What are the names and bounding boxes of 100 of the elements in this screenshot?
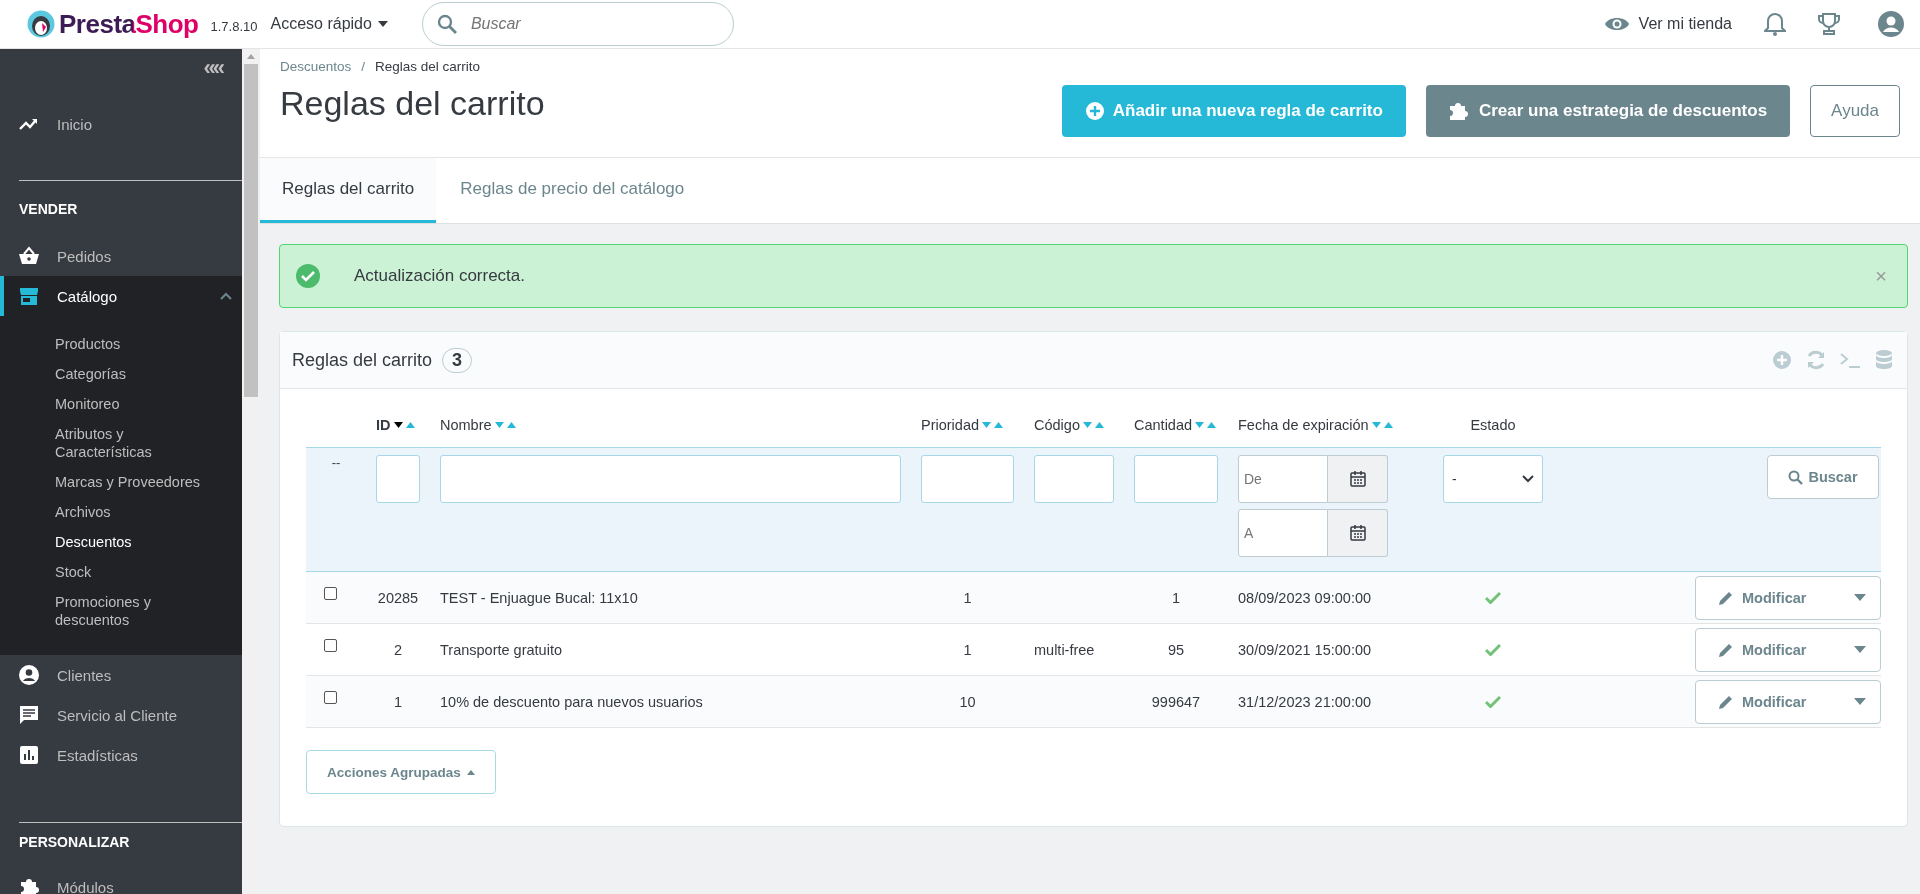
edit-button[interactable]: Modificar bbox=[1695, 679, 1881, 724]
chat-icon bbox=[19, 705, 39, 725]
tab[interactable]: Reglas del carrito bbox=[260, 158, 437, 223]
submenu-item[interactable]: Categorías bbox=[55, 359, 215, 389]
check-icon[interactable] bbox=[1485, 643, 1501, 656]
filter-input[interactable] bbox=[376, 455, 420, 503]
table-cell-text: multi-free bbox=[1033, 641, 1096, 658]
column-header: Estado bbox=[1470, 417, 1516, 433]
table-cell-text: 31/12/2023 21:00:00 bbox=[1237, 693, 1373, 710]
pencil-icon bbox=[1718, 641, 1734, 658]
view-store-link[interactable]: Ver mi tienda bbox=[1604, 15, 1732, 33]
status-select[interactable]: - bbox=[1443, 455, 1543, 503]
breadcrumb-current: Reglas del carrito bbox=[375, 59, 481, 74]
submenu-item[interactable]: Promociones y descuentos bbox=[55, 587, 215, 635]
search-button[interactable]: Buscar bbox=[1767, 455, 1879, 499]
caret-icon bbox=[1854, 593, 1866, 602]
check-icon[interactable] bbox=[1485, 695, 1501, 708]
column-header: Código bbox=[1034, 417, 1080, 433]
logo-icon[interactable] bbox=[27, 10, 55, 38]
calendar-icon bbox=[1349, 471, 1366, 487]
user-icon[interactable] bbox=[1878, 11, 1904, 37]
sidebar-item[interactable]: Inicio bbox=[0, 104, 242, 144]
search-icon bbox=[1788, 469, 1804, 485]
caret-icon bbox=[466, 769, 475, 775]
chevron-icon bbox=[1522, 475, 1534, 483]
column-header: Nombre bbox=[440, 417, 492, 433]
caret-icon bbox=[377, 21, 388, 27]
column-header: Prioridad bbox=[921, 417, 980, 433]
sidebar-item[interactable]: Servicio al Cliente bbox=[0, 695, 242, 735]
edit-button[interactable]: Modificar bbox=[1695, 627, 1881, 672]
scroll-up-arrow[interactable] bbox=[247, 54, 255, 59]
submenu-item[interactable]: Stock bbox=[55, 557, 215, 587]
filter-input[interactable] bbox=[440, 455, 901, 503]
tab[interactable]: Reglas de precio del catálogo bbox=[438, 158, 707, 223]
submenu-item[interactable]: Marcas y Proveedores bbox=[55, 467, 215, 497]
check-icon[interactable] bbox=[1485, 591, 1501, 604]
calendar-icon bbox=[1349, 525, 1366, 541]
edit-button[interactable]: Modificar bbox=[1695, 575, 1881, 620]
date-field[interactable]: De bbox=[1238, 455, 1328, 503]
puzzle-icon bbox=[19, 877, 39, 894]
sort-ascending-icon[interactable] bbox=[994, 422, 1004, 428]
pencil-icon bbox=[1718, 693, 1734, 710]
table-cell-text: 1 bbox=[962, 641, 973, 658]
bulk-actions-button[interactable]: Acciones Agrupadas bbox=[306, 750, 496, 794]
table-cell-text: Transporte gratuito bbox=[439, 641, 563, 658]
table-cell-text: 1 bbox=[1170, 589, 1182, 606]
sort-descending-icon[interactable] bbox=[393, 422, 403, 428]
sort-ascending-icon[interactable] bbox=[1383, 422, 1393, 428]
user-icon bbox=[19, 665, 39, 685]
calendar-button[interactable] bbox=[1328, 509, 1388, 557]
trophy-icon[interactable] bbox=[1818, 12, 1840, 36]
refresh-icon[interactable] bbox=[1805, 349, 1827, 371]
search-field[interactable]: Buscar bbox=[421, 2, 734, 46]
row-checkbox[interactable] bbox=[323, 639, 337, 652]
sort-ascending-icon[interactable] bbox=[506, 422, 516, 428]
strategy-button[interactable]: Crear una estrategia de descuentos bbox=[1425, 85, 1791, 137]
breadcrumb-separator: / bbox=[361, 59, 366, 74]
sidebar-item[interactable]: Módulos bbox=[0, 867, 242, 894]
filter-reset-text: -- bbox=[330, 455, 342, 470]
scrollbar-thumb[interactable] bbox=[244, 64, 258, 397]
chevron-icon bbox=[220, 292, 232, 300]
sidebar-item[interactable]: Catálogo bbox=[0, 276, 242, 316]
section-heading: PERSONALIZAR bbox=[19, 834, 130, 850]
column-header: Fecha de expiración bbox=[1238, 417, 1369, 433]
basket-icon bbox=[19, 246, 39, 266]
bell-icon[interactable] bbox=[1764, 12, 1786, 36]
page-title: Reglas del carrito bbox=[280, 84, 546, 123]
table-cell-text: 30/09/2021 15:00:00 bbox=[1237, 641, 1373, 658]
panel-title: Reglas del carrito bbox=[292, 349, 433, 371]
submenu-item[interactable]: Atributos y Características bbox=[55, 419, 215, 467]
sidebar-item[interactable]: Clientes bbox=[0, 655, 242, 695]
version-text: 1.7.8.10 bbox=[210, 19, 258, 34]
store-icon bbox=[19, 286, 39, 306]
help-button[interactable]: Ayuda bbox=[1810, 85, 1900, 137]
check-circle-icon bbox=[296, 264, 320, 288]
add-icon[interactable] bbox=[1771, 349, 1793, 371]
submenu-item[interactable]: Archivos bbox=[55, 497, 215, 527]
section-heading: VENDER bbox=[19, 201, 78, 217]
plus-circle-icon bbox=[1084, 101, 1105, 121]
bar-chart-icon bbox=[19, 745, 39, 765]
sidebar-item[interactable]: Estadísticas bbox=[0, 735, 242, 775]
database-icon[interactable] bbox=[1873, 349, 1895, 371]
filter-input[interactable] bbox=[1134, 455, 1218, 503]
sort-ascending-icon[interactable] bbox=[1094, 422, 1104, 428]
date-field[interactable]: A bbox=[1238, 509, 1328, 557]
collapse-button[interactable]: «« bbox=[203, 55, 222, 81]
row-checkbox[interactable] bbox=[323, 587, 337, 600]
table-cell-text: 10% de descuento para nuevos usuarios bbox=[439, 693, 704, 710]
submenu-item[interactable]: Productos bbox=[55, 329, 215, 359]
calendar-button[interactable] bbox=[1328, 455, 1388, 503]
quick-access-menu[interactable]: Acceso rápido bbox=[270, 11, 388, 37]
pencil-icon bbox=[1718, 589, 1734, 606]
sort-ascending-icon[interactable] bbox=[1207, 422, 1217, 428]
filter-input[interactable] bbox=[1034, 455, 1114, 503]
submenu-item[interactable]: Monitoreo bbox=[55, 389, 215, 419]
filter-input[interactable] bbox=[921, 455, 1014, 503]
sidebar-item[interactable]: Pedidos bbox=[0, 236, 242, 276]
breadcrumb-link[interactable]: Descuentos bbox=[280, 59, 352, 74]
row-checkbox[interactable] bbox=[323, 691, 337, 704]
submenu-item[interactable]: Descuentos bbox=[55, 527, 215, 557]
